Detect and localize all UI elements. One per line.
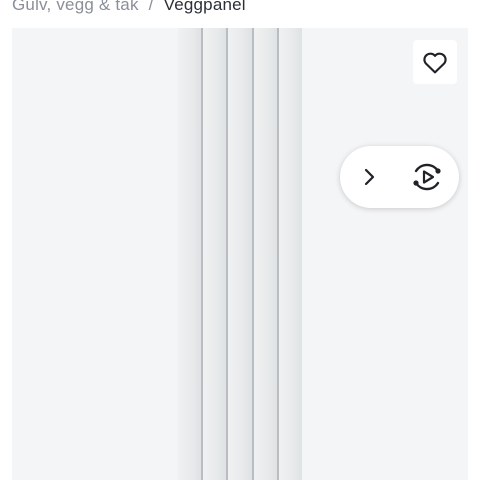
panel-board bbox=[278, 28, 303, 480]
wall-panel-image bbox=[178, 28, 303, 480]
wishlist-button[interactable] bbox=[413, 40, 457, 84]
panel-board bbox=[203, 28, 229, 480]
panel-board bbox=[178, 28, 204, 480]
chevron-right-icon bbox=[364, 168, 375, 186]
breadcrumb-current: Veggpanel bbox=[163, 0, 246, 14]
video-360-button[interactable] bbox=[398, 146, 456, 208]
panel-board bbox=[228, 28, 254, 480]
rotate-play-icon bbox=[413, 163, 441, 191]
breadcrumb: Gulv, vegg & tak / Veggpanel bbox=[12, 0, 246, 17]
heart-outline-icon bbox=[423, 52, 447, 74]
breadcrumb-link-gulv-vegg-tak[interactable]: Gulv, vegg & tak bbox=[12, 0, 139, 15]
media-controls bbox=[340, 146, 459, 208]
next-image-button[interactable] bbox=[340, 146, 398, 208]
breadcrumb-separator: / bbox=[148, 0, 154, 14]
panel-board bbox=[253, 28, 279, 480]
product-image-gallery[interactable] bbox=[12, 28, 468, 480]
